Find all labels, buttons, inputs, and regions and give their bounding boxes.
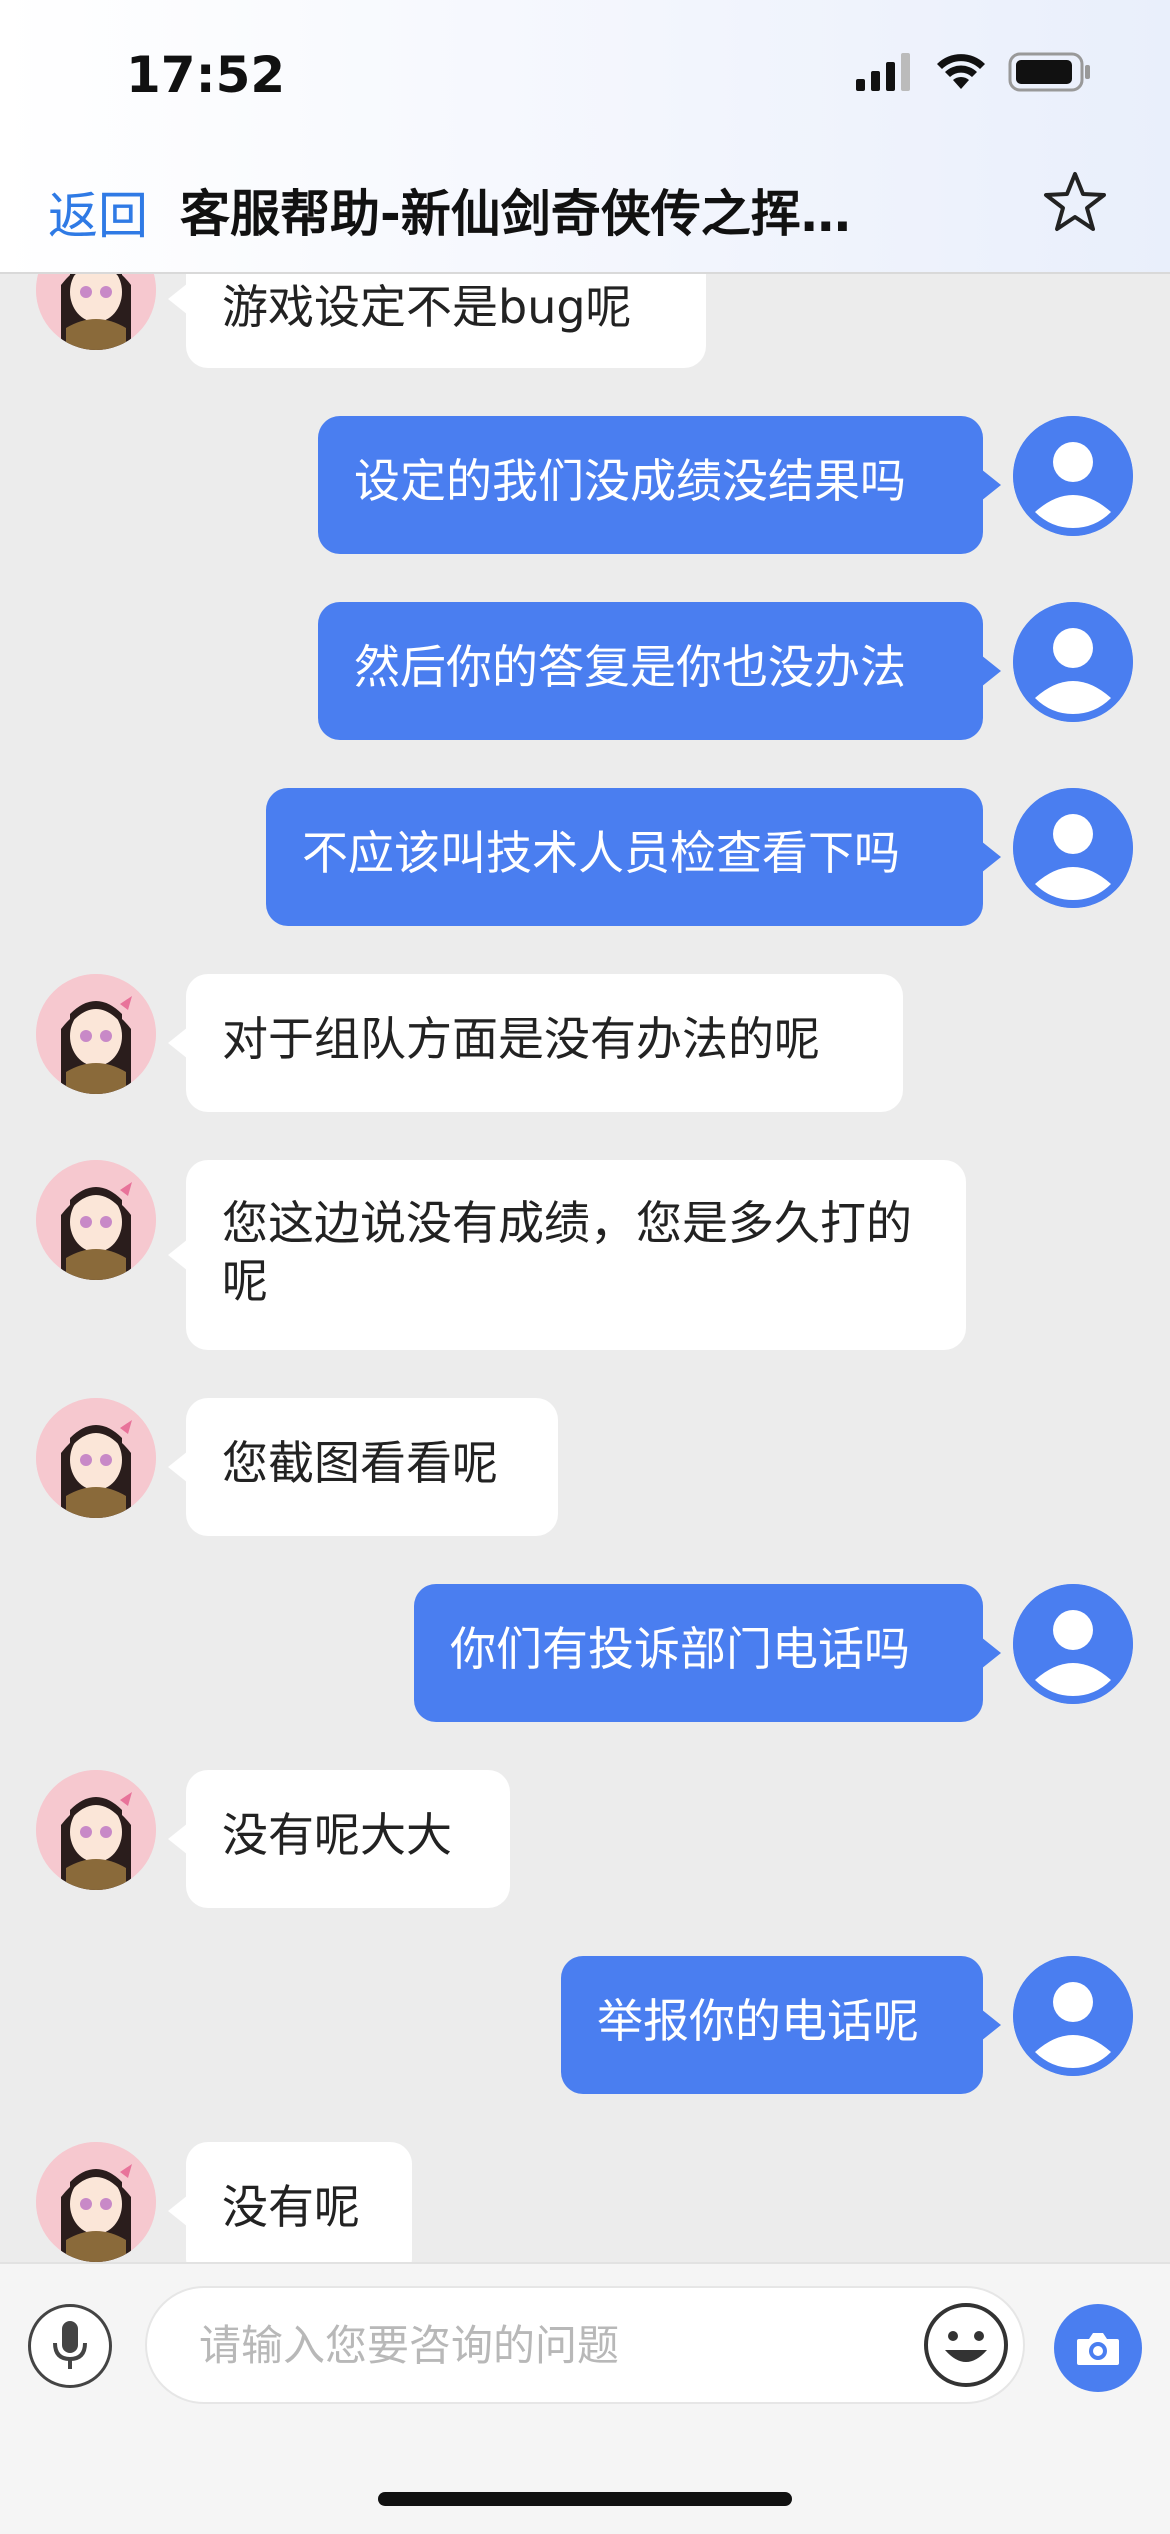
message-bubble: 对于组队方面是没有办法的呢 <box>168 974 903 1112</box>
page-title: 客服帮助-新仙剑奇侠传之挥… <box>180 185 851 243</box>
user-avatar <box>1013 1956 1133 2076</box>
agent-avatar <box>36 1770 156 1890</box>
message-input[interactable] <box>197 2314 901 2376</box>
user-avatar <box>1013 416 1133 536</box>
microphone-icon <box>53 2321 87 2369</box>
star-icon[interactable] <box>1042 170 1108 236</box>
cellular-signal-icon <box>856 53 910 91</box>
agent-avatar <box>36 274 156 350</box>
home-indicator <box>378 2492 792 2506</box>
message-bubble: 举报你的电话呢 <box>561 1956 1001 2094</box>
wifi-icon <box>937 54 985 89</box>
chat-area[interactable]: 游戏设定不是bug呢 设定的我们没成绩没结果吗 然后你的答复是你也没办法 不应该… <box>0 274 1170 2262</box>
message-bubble: 您截图看看呢 <box>168 1398 558 1536</box>
camera-icon <box>1077 2333 1119 2365</box>
user-avatar <box>1013 788 1133 908</box>
agent-avatar <box>36 974 156 1094</box>
status-time: 17:52 <box>126 46 286 104</box>
voice-button[interactable] <box>28 2304 112 2388</box>
agent-avatar <box>36 2142 156 2262</box>
back-button[interactable]: 返回 <box>48 176 148 248</box>
message-bubble: 没有呢 <box>168 2142 412 2262</box>
user-avatar <box>1013 602 1133 722</box>
user-avatar <box>1013 1584 1133 1704</box>
message-bubble: 你们有投诉部门电话吗 <box>414 1584 1001 1722</box>
agent-avatar <box>36 1398 156 1518</box>
message-bubble: 您这边说没有成绩，您是多久打的呢 <box>168 1160 966 1350</box>
message-bubble: 游戏设定不是bug呢 <box>168 274 706 368</box>
status-icons <box>856 52 1092 92</box>
message-bubble: 没有呢大大 <box>168 1770 510 1908</box>
smiley-icon[interactable] <box>923 2302 1009 2388</box>
agent-avatar <box>36 1160 156 1280</box>
message-input-field[interactable] <box>145 2286 1025 2404</box>
message-bubble: 不应该叫技术人员检查看下吗 <box>266 788 1001 926</box>
nav-bar: 返回 客服帮助-新仙剑奇侠传之挥… <box>0 170 1170 245</box>
top-bar: 17:52 返回 客服帮助-新仙剑奇侠传之挥… <box>0 0 1170 274</box>
message-bubble: 然后你的答复是你也没办法 <box>318 602 1001 740</box>
message-bubble: 设定的我们没成绩没结果吗 <box>318 416 1001 554</box>
camera-button[interactable] <box>1054 2304 1142 2392</box>
battery-icon <box>1008 52 1090 92</box>
